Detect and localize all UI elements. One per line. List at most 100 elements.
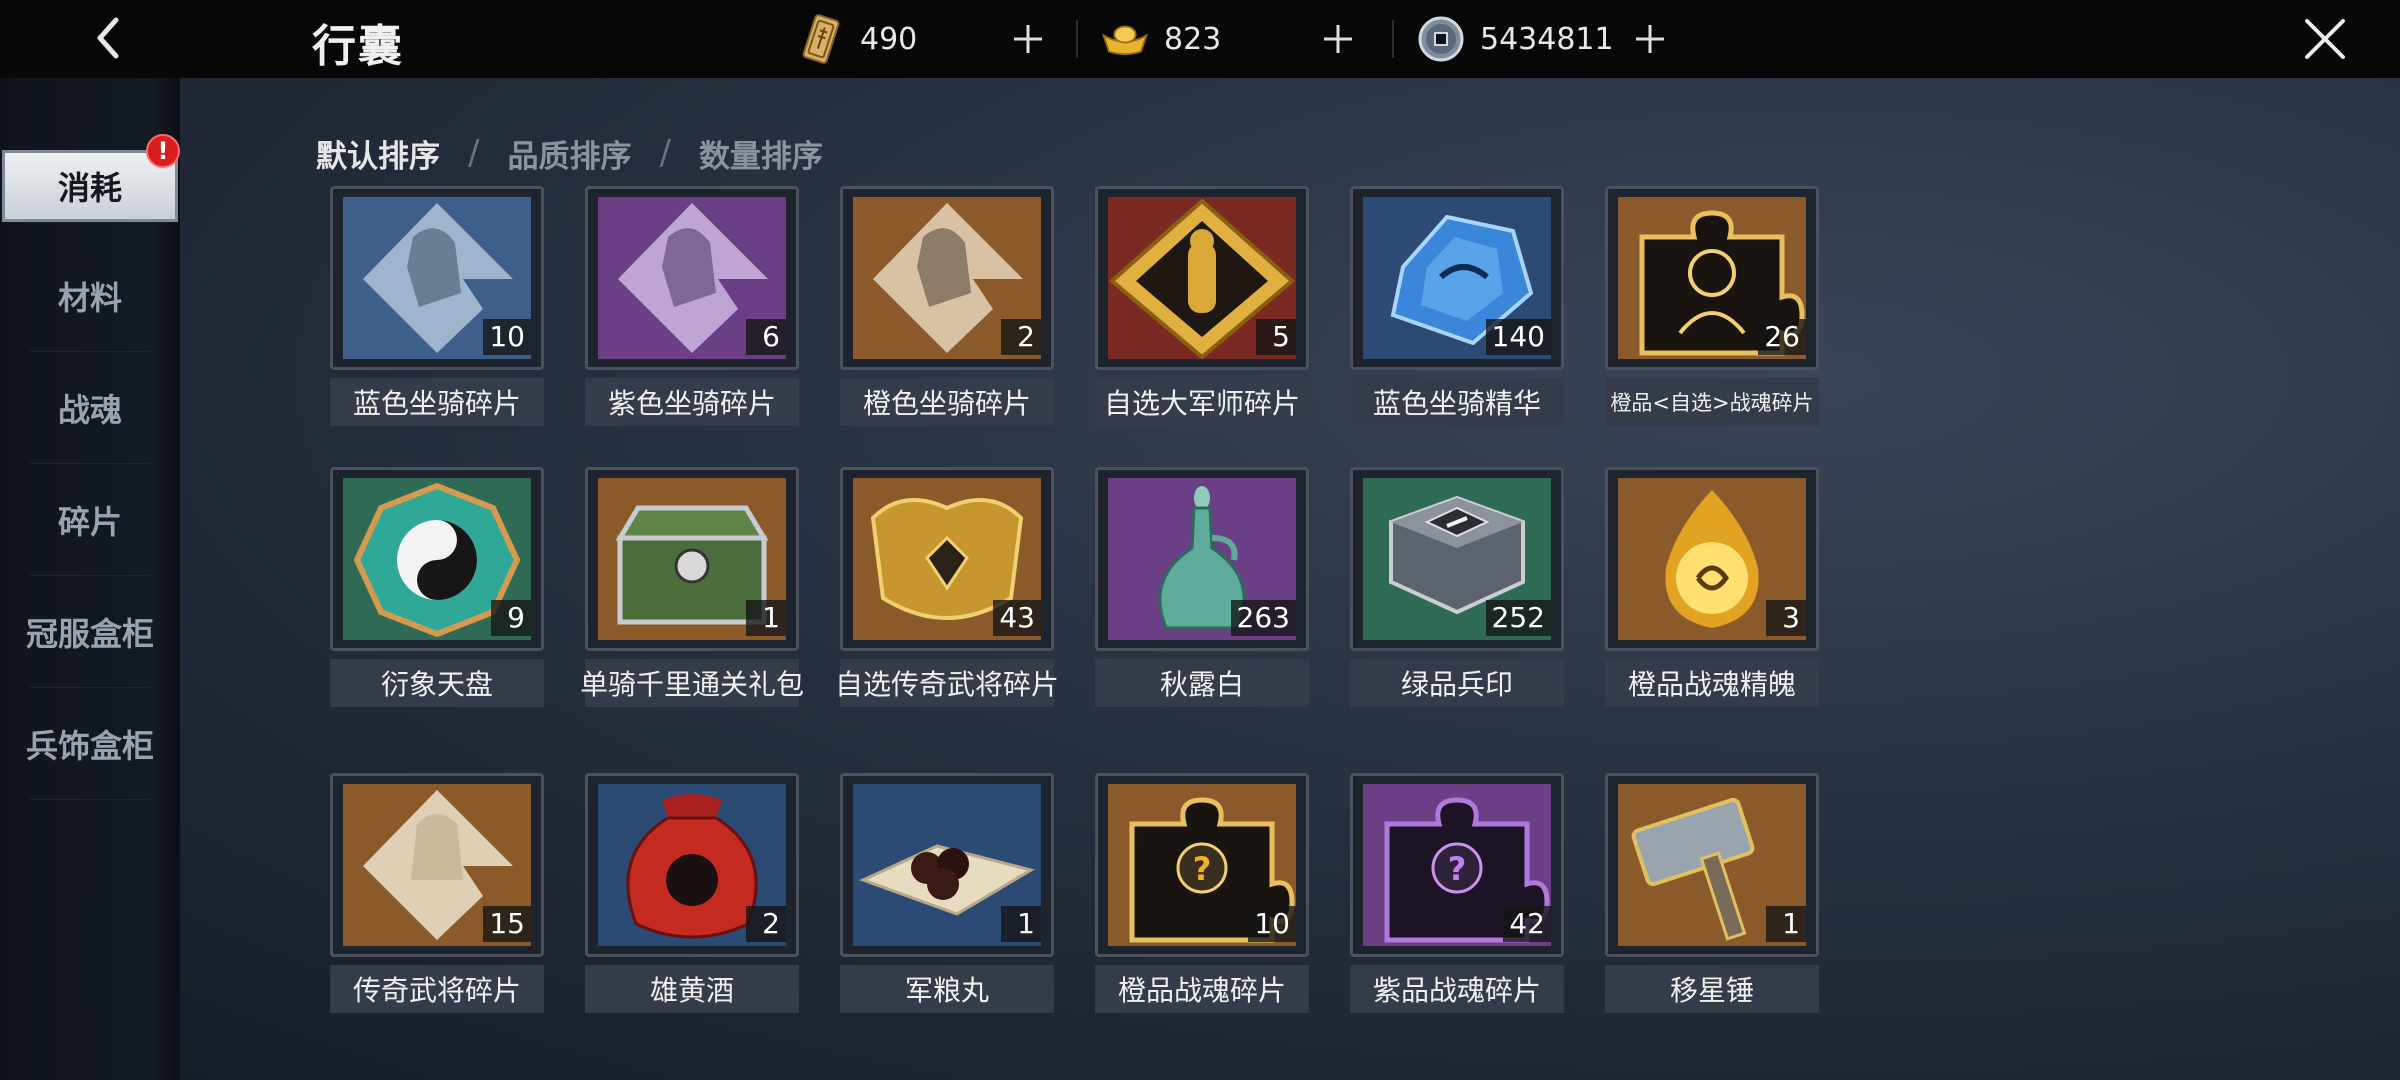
back-button[interactable] (78, 8, 138, 68)
currency-coin: 5434811 (1416, 10, 1614, 68)
divider (30, 799, 150, 800)
add-coin-button[interactable] (1622, 10, 1678, 68)
item-name: 橙色坐骑碎片 (840, 378, 1054, 426)
category-sidebar: 消耗 ! 材料 战魂 碎片 冠服盒柜 兵饰盒柜 (0, 78, 180, 1080)
item-name: 蓝色坐骑精华 (1350, 378, 1564, 426)
sidebar-item-label: 兵饰盒柜 (25, 727, 154, 765)
item-frame: 1 (1605, 773, 1819, 957)
plus-icon (1324, 25, 1352, 53)
item-name: 橙品<自选>战魂碎片 (1605, 378, 1819, 426)
item-frame: 2 (840, 186, 1054, 370)
inventory-item[interactable]: 2 雄黄酒 (585, 773, 799, 1017)
inventory-item[interactable]: 252 绿品兵印 (1350, 467, 1564, 711)
item-count: 5 (1256, 319, 1296, 355)
item-frame: 140 (1350, 186, 1564, 370)
svg-text:?: ? (1448, 850, 1467, 888)
plus-icon (1014, 25, 1042, 53)
item-frame: 43 (840, 467, 1054, 651)
item-count: 2 (1001, 319, 1041, 355)
item-count: 10 (483, 319, 531, 355)
item-name: 橙品战魂碎片 (1095, 965, 1309, 1013)
gold-ingot-icon (1100, 14, 1150, 64)
inventory-item[interactable]: 26 橙品<自选>战魂碎片 (1605, 186, 1819, 430)
page-title: 行囊 (312, 21, 404, 72)
inventory-item[interactable]: 263 秋露白 (1095, 467, 1309, 711)
item-frame: 263 (1095, 467, 1309, 651)
coin-amount: 5434811 (1480, 21, 1614, 57)
item-count: 1 (746, 600, 786, 636)
inventory-item[interactable]: 140 蓝色坐骑精华 (1350, 186, 1564, 430)
sidebar-item-label: 冠服盒柜 (25, 615, 154, 653)
item-frame: 5 (1095, 186, 1309, 370)
item-name: 蓝色坐骑碎片 (330, 378, 544, 426)
inventory-item[interactable]: ? 42 紫品战魂碎片 (1350, 773, 1564, 1017)
close-button[interactable] (2296, 10, 2354, 68)
item-name: 军粮丸 (840, 965, 1054, 1013)
item-frame: 6 (585, 186, 799, 370)
inventory-item[interactable]: 5 自选大军师碎片 (1095, 186, 1309, 430)
sort-bar: 默认排序 / 品质排序 / 数量排序 (316, 128, 823, 178)
ticket-icon (796, 14, 846, 64)
item-count: 1 (1001, 906, 1041, 942)
sidebar-item-fragments[interactable]: 碎片 (0, 464, 180, 576)
item-count: 42 (1503, 906, 1551, 942)
item-frame: 3 (1605, 467, 1819, 651)
svg-text:?: ? (1193, 850, 1212, 888)
add-ticket-button[interactable] (1000, 10, 1056, 68)
item-count: 2 (746, 906, 786, 942)
sidebar-item-materials[interactable]: 材料 (0, 240, 180, 352)
inventory-item[interactable]: 2 橙色坐骑碎片 (840, 186, 1054, 430)
separator: / (468, 133, 480, 173)
inventory-item[interactable]: 43 自选传奇武将碎片 (835, 467, 1059, 711)
item-frame: ? 10 (1095, 773, 1309, 957)
chevron-left-icon (97, 17, 119, 59)
gold-amount: 823 (1164, 21, 1222, 57)
currency-gold: 823 (1100, 10, 1221, 68)
item-count: 1 (1766, 906, 1806, 942)
inventory-item[interactable]: 1 军粮丸 (840, 773, 1054, 1017)
sidebar-item-weapon-ornament-cabinet[interactable]: 兵饰盒柜 (0, 688, 180, 800)
item-frame: 10 (330, 186, 544, 370)
item-name: 橙品战魂精魄 (1605, 659, 1819, 707)
plus-icon (1636, 25, 1664, 53)
sort-quality[interactable]: 品质排序 (507, 131, 631, 176)
item-count: 26 (1758, 319, 1806, 355)
inventory-item[interactable]: 3 橙品战魂精魄 (1605, 467, 1819, 711)
divider (1392, 20, 1394, 58)
item-count: 140 (1485, 319, 1551, 355)
sidebar-item-label: 战魂 (57, 391, 122, 429)
item-count: 15 (483, 906, 531, 942)
inventory-item[interactable]: ? 10 橙品战魂碎片 (1095, 773, 1309, 1017)
currency-ticket: 490 (796, 10, 917, 68)
item-count: 252 (1485, 600, 1551, 636)
item-name: 衍象天盘 (330, 659, 544, 707)
inventory-item[interactable]: 6 紫色坐骑碎片 (585, 186, 799, 430)
item-count: 3 (1766, 600, 1806, 636)
item-name: 自选大军师碎片 (1095, 378, 1309, 426)
item-frame: 26 (1605, 186, 1819, 370)
item-name: 传奇武将碎片 (330, 965, 544, 1013)
item-frame: 15 (330, 773, 544, 957)
sidebar-item-label: 消耗 (57, 169, 122, 207)
ticket-amount: 490 (860, 21, 918, 57)
inventory-item[interactable]: 10 蓝色坐骑碎片 (330, 186, 544, 430)
item-frame: 9 (330, 467, 544, 651)
item-name: 移星锤 (1605, 965, 1819, 1013)
item-name: 雄黄酒 (585, 965, 799, 1013)
item-frame: ? 42 (1350, 773, 1564, 957)
top-bar: 行囊 490 823 5434811 (0, 0, 2400, 78)
item-count: 9 (491, 600, 531, 636)
sort-quantity[interactable]: 数量排序 (699, 131, 823, 176)
item-frame: 1 (585, 467, 799, 651)
add-gold-button[interactable] (1310, 10, 1366, 68)
sidebar-item-war-soul[interactable]: 战魂 (0, 352, 180, 464)
sort-default[interactable]: 默认排序 (316, 131, 440, 176)
inventory-item[interactable]: 1 单骑千里通关礼包 (580, 467, 804, 711)
item-name: 秋露白 (1095, 659, 1309, 707)
inventory-item[interactable]: 15 传奇武将碎片 (330, 773, 544, 1017)
inventory-item[interactable]: 1 移星锤 (1605, 773, 1819, 1017)
sidebar-item-label: 材料 (57, 279, 122, 317)
sidebar-item-costume-cabinet[interactable]: 冠服盒柜 (0, 576, 180, 688)
inventory-item[interactable]: 9 衍象天盘 (330, 467, 544, 711)
sidebar-item-label: 碎片 (57, 503, 122, 541)
